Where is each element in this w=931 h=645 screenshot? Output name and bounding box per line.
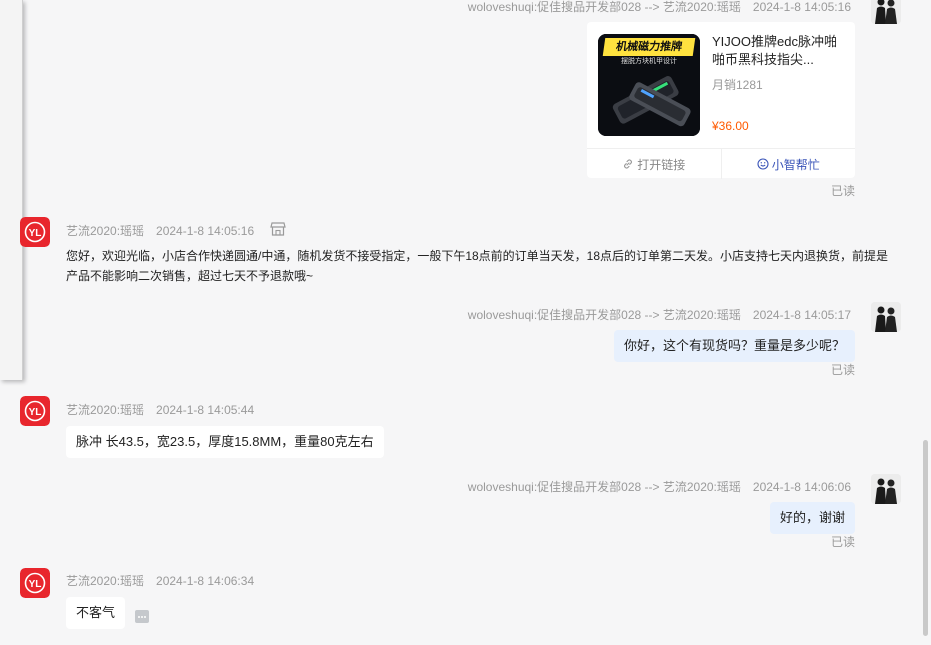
product-thumbnail-banner: 机械磁力推牌: [602, 38, 696, 56]
shop-logo: YL: [20, 396, 50, 426]
shop-avatar: YL: [20, 217, 50, 247]
svg-text:YL: YL: [29, 228, 42, 239]
message-header: woloveshuqi:促佳搜品开发部028 --> 艺流2020:瑶瑶 2024…: [468, 478, 851, 495]
message-bubble: 你好，这个有现货吗？重量是多少呢？: [613, 330, 855, 362]
shop-logo: YL: [20, 217, 50, 247]
product-title[interactable]: YIJOO推牌edc脉冲啪啪币黑科技指尖...: [712, 33, 842, 69]
message-time: 2024-1-8 14:05:44: [156, 403, 255, 417]
store-icon[interactable]: [270, 222, 286, 236]
sender-name: 艺流2020:瑶瑶: [66, 224, 145, 238]
user-avatar: [871, 0, 901, 24]
sender-name: woloveshuqi:促佳搜品开发部028 --> 艺流2020:瑶瑶: [467, 0, 741, 14]
shop-logo: YL: [20, 568, 50, 598]
shop-avatar: YL: [20, 568, 50, 598]
sender-name: 艺流2020:瑶瑶: [66, 574, 145, 588]
product-thumbnail-subtitle: 摆脱方块机甲设计: [621, 58, 677, 65]
helper-label: 小智帮忙: [771, 157, 820, 172]
sender-name: 艺流2020:瑶瑶: [66, 403, 145, 417]
product-monthly-sales: 月销1281: [712, 78, 763, 92]
product-card-actions: 打开链接 小智帮忙: [587, 148, 855, 179]
scrollbar-thumb[interactable]: [923, 440, 928, 636]
message-header: woloveshuqi:促佳搜品开发部028 --> 艺流2020:瑶瑶 2024…: [468, 306, 851, 323]
message-header: 艺流2020:瑶瑶 2024-1-8 14:05:44: [66, 401, 254, 418]
message-header: 艺流2020:瑶瑶 2024-1-8 14:06:34: [66, 572, 254, 589]
message-time: 2024-1-8 14:06:34: [156, 574, 255, 588]
product-card[interactable]: 机械磁力推牌 摆脱方块机甲设计 YIJOO推牌edc脉冲啪啪币黑科技指尖... …: [587, 22, 855, 179]
helper-button[interactable]: 小智帮忙: [720, 149, 856, 179]
sender-name: woloveshuqi:促佳搜品开发部028 --> 艺流2020:瑶瑶: [467, 480, 741, 494]
message-time: 2024-1-8 14:06:06: [752, 480, 851, 494]
sender-name: woloveshuqi:促佳搜品开发部028 --> 艺流2020:瑶瑶: [467, 308, 741, 322]
message-bubble: 好的，谢谢: [769, 502, 855, 534]
read-status: 已读: [831, 535, 856, 549]
chat-window: woloveshuqi:促佳搜品开发部028 --> 艺流2020:瑶瑶 2024…: [0, 0, 931, 645]
more-options-icon[interactable]: [135, 610, 149, 623]
message-header: woloveshuqi:促佳搜品开发部028 --> 艺流2020:瑶瑶 2024…: [468, 0, 851, 15]
message-header: 艺流2020:瑶瑶 2024-1-8 14:05:16: [66, 222, 254, 239]
read-status: 已读: [831, 184, 856, 198]
product-price: ¥36.00: [712, 119, 749, 133]
welcome-message-line: 产品不能影响二次销售，超过七天不予退款哦~: [66, 269, 314, 283]
welcome-message: 您好，欢迎光临，小店合作快递圆通/中通，随机发货不接受指定，一般下午18点前的订…: [66, 246, 906, 286]
open-link-label: 打开链接: [637, 157, 686, 172]
message-bubble: 脉冲 长43.5，宽23.5，厚度15.8MM，重量80克左右: [66, 426, 384, 458]
shop-avatar: YL: [20, 396, 50, 426]
message-time: 2024-1-8 14:05:16: [156, 224, 255, 238]
read-status: 已读: [831, 363, 856, 377]
svg-text:YL: YL: [29, 579, 42, 590]
svg-text:YL: YL: [29, 407, 42, 418]
side-panel: [0, 0, 23, 380]
product-thumbnail[interactable]: 机械磁力推牌 摆脱方块机甲设计: [598, 34, 700, 136]
open-link-button[interactable]: 打开链接: [587, 149, 721, 179]
message-bubble: 不客气: [66, 597, 126, 629]
user-avatar: [871, 474, 901, 504]
user-avatar: [871, 302, 901, 332]
message-time: 2024-1-8 14:05:17: [752, 308, 851, 322]
message-time: 2024-1-8 14:05:16: [752, 0, 851, 14]
link-icon: [624, 159, 633, 169]
welcome-message-line: 您好，欢迎光临，小店合作快递圆通/中通，随机发货不接受指定，一般下午18点前的订…: [66, 249, 889, 263]
smile-icon: [757, 158, 769, 170]
